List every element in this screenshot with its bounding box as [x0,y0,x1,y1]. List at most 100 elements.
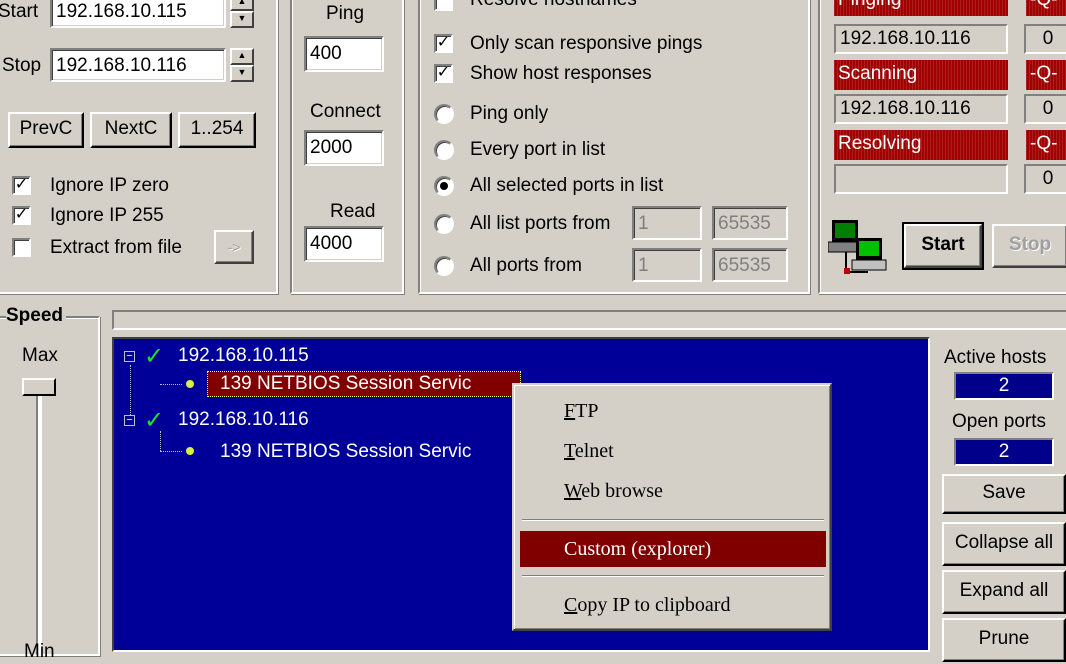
menu-web-accel: W [564,480,582,502]
prune-button[interactable]: Prune [942,618,1066,662]
connect-label: Connect [310,101,381,122]
host-ok-icon: ✓ [144,407,165,434]
scanning-count: 0 [1024,94,1066,124]
all-selected-radio[interactable] [434,176,454,196]
start-button[interactable]: Start [902,222,984,270]
active-hosts-count: 2 [954,372,1054,400]
menu-copy-ip[interactable]: Copy IP to clipboard [520,587,826,623]
host-ok-icon: ✓ [144,343,165,370]
start-spin[interactable]: ▲ ▼ [230,0,254,28]
all-list-from-label: All list ports from [470,213,611,234]
every-port-radio[interactable] [434,140,454,160]
ping-label: Ping [326,3,365,24]
port-row-1-selected[interactable]: 139 NETBIOS Session Servic [207,371,521,397]
extract-label: Extract from file [50,237,182,258]
menu-telnet[interactable]: Telnet [520,433,826,469]
ignore-zero-label: Ignore IP zero [50,175,170,196]
tree-line [160,451,182,452]
menu-separator [522,575,824,577]
open-ports-count: 2 [954,438,1054,466]
tree-line [160,431,161,451]
every-port-label: Every port in list [470,139,606,160]
collapse-icon[interactable]: − [124,415,135,426]
active-hosts-label: Active hosts [944,347,1047,368]
collapse-icon[interactable]: − [124,351,135,362]
all-list-from-radio[interactable] [434,214,454,234]
port-row-2[interactable]: 139 NETBIOS Session Servic [220,440,510,464]
connect-timeout-field[interactable]: 2000 [304,130,384,166]
all-ports-from-label: All ports from [470,255,582,276]
nextc-button[interactable]: NextC [90,112,172,148]
speed-min-label: Min [24,641,55,662]
speed-max-label: Max [22,345,58,366]
list-from-field[interactable]: 1 [632,206,702,240]
stop-button[interactable]: Stop [992,224,1066,268]
ignore-255-checkbox[interactable]: ✓ [12,206,31,225]
ports-to-field[interactable]: 65535 [712,248,788,282]
open-ports-label: Open ports [952,411,1046,432]
stop-ip-field[interactable]: 192.168.10.116 [50,48,226,82]
expand-all-button[interactable]: Expand all [942,570,1066,614]
menu-ftp-label: TP [575,400,599,422]
save-button[interactable]: Save [942,474,1066,514]
menu-copy-accel: C [564,594,578,616]
port-dot-icon [186,380,194,388]
port-dot-icon [186,447,194,455]
speed-slider-thumb[interactable] [22,378,56,396]
menu-separator [522,519,824,521]
ping-only-radio[interactable] [434,104,454,124]
only-responsive-checkbox[interactable]: ✓ [434,34,453,53]
show-responses-checkbox[interactable]: ✓ [434,64,453,83]
menu-telnet-accel: T [564,440,575,462]
stop-spin[interactable]: ▲ ▼ [230,48,254,82]
tree-line [160,384,182,385]
range-1-254-button[interactable]: 1..254 [178,112,256,148]
ports-from-field[interactable]: 1 [632,248,702,282]
ignore-255-label: Ignore IP 255 [50,205,164,226]
ping-timeout-field[interactable]: 400 [304,36,384,72]
all-selected-label: All selected ports in list [470,175,664,196]
host-row-1[interactable]: 192.168.10.115 [178,344,309,368]
menu-telnet-label: elnet [574,440,614,462]
host-row-2[interactable]: 192.168.10.116 [178,408,309,432]
start-ip-field[interactable]: 192.168.10.115 [50,0,226,28]
resolve-label: Resolve hostnames [470,0,637,12]
scanning-status: Scanning [834,60,1008,90]
results-header-bar [112,310,1066,330]
show-responses-label: Show host responses [470,63,652,84]
resolve-checkbox[interactable] [434,0,453,11]
context-menu: FTP Telnet Web browse Custom (explorer) … [512,383,832,631]
collapse-all-button[interactable]: Collapse all [942,522,1066,566]
ping-only-label: Ping only [470,103,549,124]
speed-title: Speed [6,304,67,328]
prevc-button[interactable]: PrevC [8,112,84,148]
menu-ftp-accel: F [564,400,576,422]
stop-label: Stop [2,55,42,76]
read-label: Read [330,201,376,222]
pinging-ip: 192.168.10.116 [834,24,1008,54]
pinging-status: Pinging [834,0,1008,16]
menu-custom-explorer[interactable]: Custom (explorer) [520,531,826,567]
pinging-count: 0 [1024,24,1066,54]
resolving-ip [834,164,1008,194]
resolving-flag: -Q- [1026,130,1066,160]
only-responsive-label: Only scan responsive pings [470,33,703,54]
tree-line [130,365,131,415]
speed-slider-track[interactable] [36,393,42,655]
scanning-ip: 192.168.10.116 [834,94,1008,124]
all-ports-from-radio[interactable] [434,256,454,276]
list-to-field[interactable]: 65535 [712,206,788,240]
menu-web-label: eb browse [581,480,663,502]
resolving-count: 0 [1024,164,1066,194]
pinging-flag: -Q- [1026,0,1066,16]
resolving-status: Resolving [834,130,1008,160]
menu-copy-label: opy IP to clipboard [577,594,731,616]
ignore-zero-checkbox[interactable]: ✓ [12,176,31,195]
scanning-flag: -Q- [1026,60,1066,90]
network-computers-icon [828,220,887,274]
extract-file-button[interactable]: -> [214,230,254,264]
menu-ftp[interactable]: FTP [520,393,826,429]
read-timeout-field[interactable]: 4000 [304,226,384,262]
extract-checkbox[interactable] [12,238,31,257]
menu-web-browse[interactable]: Web browse [520,473,826,509]
